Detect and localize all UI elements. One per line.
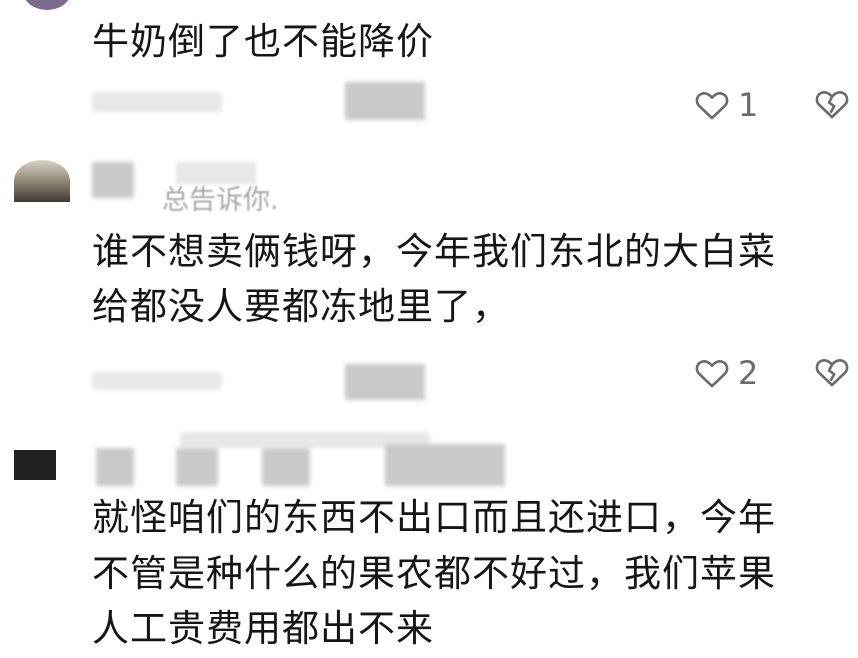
redacted-username [96,448,134,486]
dislike-button[interactable] [814,88,850,120]
avatar[interactable] [22,0,72,10]
comment-text-line: 不管是种什么的果农都不好过，我们苹果 [92,552,776,595]
comment-text-line: 谁不想卖俩钱呀，今年我们东北的大白菜 [92,230,776,273]
comment-text-line: 人工贵费用都出不来 [92,607,434,650]
comment-text-line: 给都没人要都冻地里了， [92,285,510,328]
broken-heart-icon [814,356,850,388]
heart-outline-icon [694,89,730,121]
avatar[interactable] [14,160,70,202]
heart-outline-icon [694,357,730,389]
avatar[interactable] [14,450,56,480]
redacted-block [262,448,310,486]
broken-heart-icon [814,88,850,120]
like-count: 2 [738,354,759,392]
like-button[interactable]: 1 [694,86,758,124]
comment-meta: 总告诉你. [162,185,279,216]
like-count: 1 [738,86,759,124]
redacted-block [345,364,425,400]
comment-text-line: 就怪咱们的东西不出口而且还进口，今年 [92,496,776,539]
like-button[interactable]: 2 [694,354,758,392]
dislike-button[interactable] [814,356,850,388]
redacted-block [385,444,505,486]
redacted-block [345,82,425,120]
comment-meta [92,372,222,390]
comment-text: 牛奶倒了也不能降价 [92,20,434,63]
redacted-block [176,448,218,486]
comment-meta [92,92,222,112]
redacted-username [92,162,134,198]
